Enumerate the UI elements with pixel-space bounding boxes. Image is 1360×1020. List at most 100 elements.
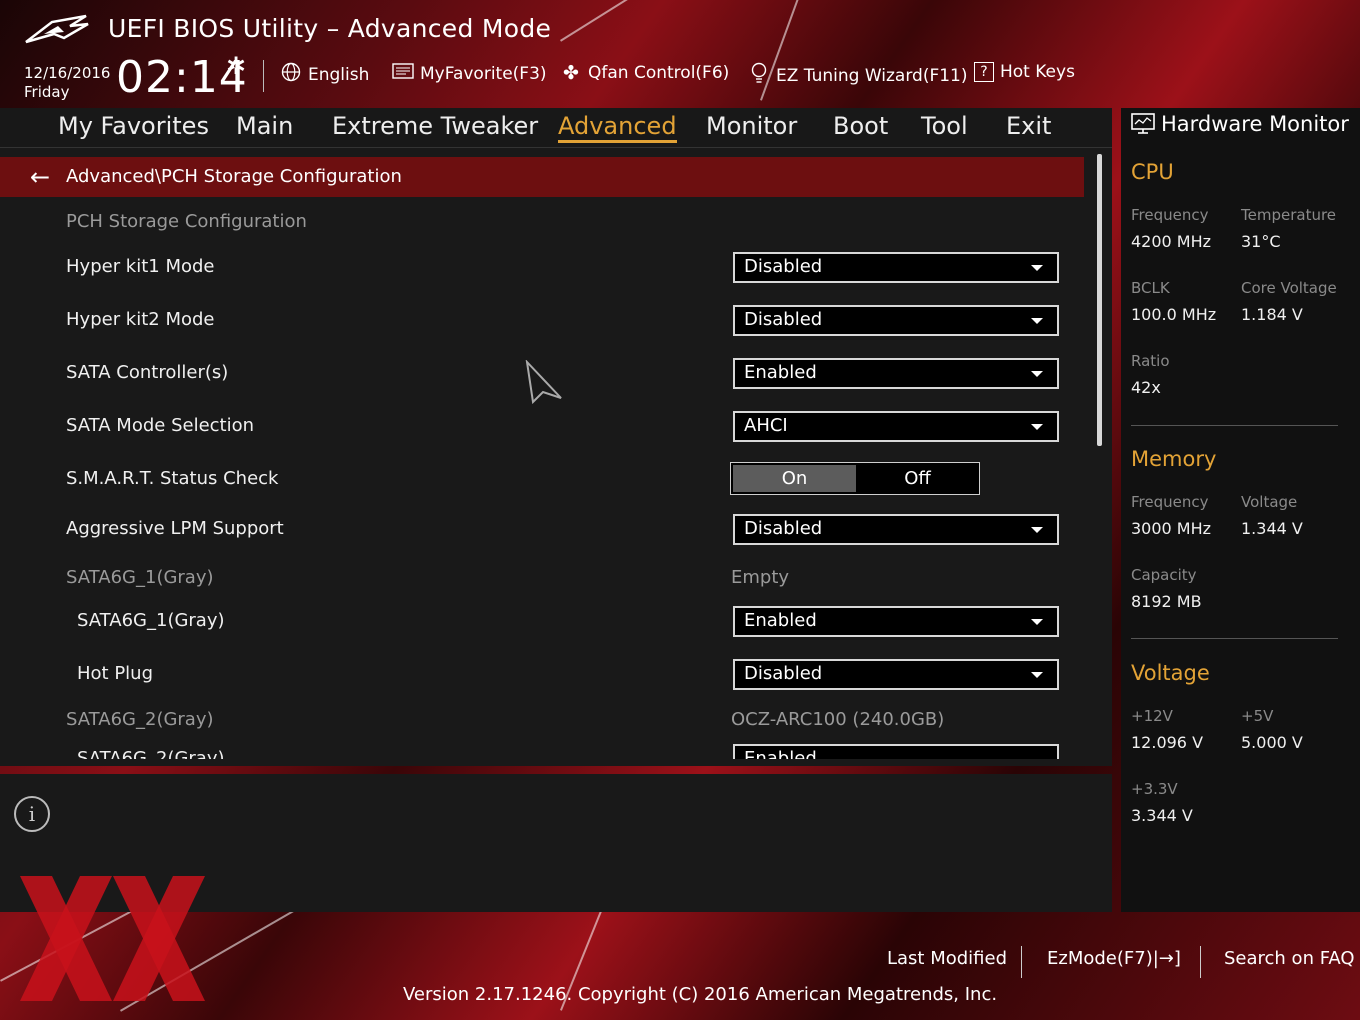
settings-panel: ← Advanced\PCH Storage Configuration PCH… [0, 148, 1112, 766]
dropdown-value: AHCI [744, 415, 788, 436]
setting-row-hot-plug: Hot Plug Disabled [0, 655, 1084, 695]
tab-monitor[interactable]: Monitor [706, 112, 797, 140]
info-icon: i [14, 796, 50, 832]
hot-plug-dropdown[interactable]: Disabled [733, 659, 1059, 690]
section-header-row: PCH Storage Configuration [0, 203, 1084, 243]
sata6g1-dropdown[interactable]: Enabled [733, 606, 1059, 637]
mem-voltage-value: 1.344 V [1241, 519, 1303, 538]
qfan-control-button[interactable]: ✤ Qfan Control(F6) [560, 62, 729, 84]
fan-icon: ✤ [563, 62, 579, 84]
toggle-off-option[interactable]: Off [856, 463, 979, 494]
setting-row-hyper-kit2: Hyper kit2 Mode Disabled [0, 301, 1084, 341]
dropdown-value: Enabled [744, 610, 817, 631]
footer-divider [1021, 946, 1022, 978]
clipped-row-container: SATA6G_2(Gray) Enabled [0, 744, 1084, 759]
ezmode-button[interactable]: EzMode(F7)|→] [1047, 948, 1181, 969]
dropdown-value: Disabled [744, 256, 823, 277]
rog-logo-icon [25, 14, 89, 44]
core-voltage-label: Core Voltage [1241, 279, 1337, 297]
scrollbar[interactable] [1097, 154, 1102, 446]
date-display: 12/16/2016 Friday [24, 64, 110, 102]
cpu-section-title: CPU [1131, 160, 1174, 184]
help-box-icon: ? [974, 62, 994, 82]
hot-keys-button[interactable]: ? Hot Keys [974, 62, 1075, 82]
ez-tuning-wizard-button[interactable]: EZ Tuning Wizard(F11) [748, 62, 968, 89]
search-faq-button[interactable]: Search on FAQ [1224, 948, 1355, 969]
setting-label: Hyper kit2 Mode [66, 309, 215, 330]
watermark-logo-icon [20, 876, 205, 1001]
back-arrow-icon[interactable]: ← [30, 163, 50, 191]
v33-label: +3.3V [1131, 780, 1178, 798]
footer-divider [1200, 946, 1201, 978]
gear-icon[interactable]: ✲ [226, 52, 246, 80]
monitor-icon [1131, 113, 1155, 134]
mem-voltage-label: Voltage [1241, 493, 1298, 511]
hot-keys-label: Hot Keys [1000, 62, 1075, 82]
tab-exit[interactable]: Exit [1006, 112, 1051, 140]
last-modified-button[interactable]: Last Modified [887, 948, 1007, 969]
breadcrumb-path: Advanced\PCH Storage Configuration [66, 166, 402, 187]
tab-main[interactable]: Main [236, 112, 293, 140]
port-label: SATA6G_1(Gray) [66, 567, 214, 588]
capacity-value: 8192 MB [1131, 592, 1202, 611]
setting-label: Hot Plug [77, 663, 154, 684]
chevron-down-icon [1031, 265, 1043, 271]
section-divider [1131, 425, 1338, 426]
language-label: English [308, 64, 370, 85]
tab-tool[interactable]: Tool [921, 112, 968, 140]
bclk-label: BCLK [1131, 279, 1170, 297]
setting-label: Aggressive LPM Support [66, 518, 284, 539]
setting-row-sata6g1: SATA6G_1(Gray) Enabled [0, 602, 1084, 642]
port-label: SATA6G_2(Gray) [66, 709, 214, 730]
voltage-section-title: Voltage [1131, 661, 1210, 685]
memory-section-title: Memory [1131, 447, 1217, 471]
tab-advanced[interactable]: Advanced [558, 112, 677, 143]
dropdown-value: Disabled [744, 518, 823, 539]
dropdown-value: Enabled [744, 748, 817, 759]
hyper-kit1-dropdown[interactable]: Disabled [733, 252, 1059, 283]
chevron-down-icon [1031, 527, 1043, 533]
sata-controllers-dropdown[interactable]: Enabled [733, 358, 1059, 389]
setting-row-sata-mode: SATA Mode Selection AHCI [0, 407, 1084, 447]
setting-label: SATA Controller(s) [66, 362, 229, 383]
header-divider [263, 60, 264, 92]
sata-mode-dropdown[interactable]: AHCI [733, 411, 1059, 442]
chevron-down-icon [1031, 619, 1043, 625]
breadcrumb: ← Advanced\PCH Storage Configuration [0, 157, 1084, 197]
setting-row-hyper-kit1: Hyper kit1 Mode Disabled [0, 248, 1084, 288]
ratio-label: Ratio [1131, 352, 1170, 370]
v5-value: 5.000 V [1241, 733, 1303, 752]
header-bar: UEFI BIOS Utility – Advanced Mode 12/16/… [0, 0, 1360, 108]
capacity-label: Capacity [1131, 566, 1197, 584]
setting-label: SATA6G_1(Gray) [77, 610, 225, 631]
hw-title-text: Hardware Monitor [1161, 112, 1349, 136]
bclk-value: 100.0 MHz [1131, 305, 1217, 324]
hardware-monitor-panel: Hardware Monitor CPU Frequency Temperatu… [1121, 108, 1360, 912]
tab-my-favorites[interactable]: My Favorites [58, 112, 209, 140]
chevron-down-icon [1031, 672, 1043, 678]
ez-tuning-label: EZ Tuning Wizard(F11) [776, 65, 968, 86]
language-button[interactable]: English [280, 62, 369, 87]
dropdown-value: Disabled [744, 309, 823, 330]
toggle-on-option[interactable]: On [733, 465, 856, 492]
mouse-cursor-icon [525, 360, 562, 404]
hyper-kit2-dropdown[interactable]: Disabled [733, 305, 1059, 336]
tab-boot[interactable]: Boot [833, 112, 888, 140]
setting-label: Hyper kit1 Mode [66, 256, 215, 277]
setting-label: S.M.A.R.T. Status Check [66, 468, 279, 489]
v33-value: 3.344 V [1131, 806, 1193, 825]
day-text: Friday [24, 83, 70, 101]
aggressive-lpm-dropdown[interactable]: Disabled [733, 514, 1059, 545]
v12-value: 12.096 V [1131, 733, 1204, 752]
setting-label: SATA6G_2(Gray) [77, 748, 225, 759]
sata6g2-dropdown[interactable]: Enabled [733, 744, 1059, 759]
myfavorite-button[interactable]: MyFavorite(F3) [392, 62, 547, 85]
setting-row-lpm: Aggressive LPM Support Disabled [0, 510, 1084, 550]
cpu-temperature-value: 31°C [1241, 232, 1281, 251]
app-title: UEFI BIOS Utility – Advanced Mode [108, 14, 552, 43]
info-row-sata6g1: SATA6G_1(Gray) Empty [0, 559, 1084, 599]
version-text: Version 2.17.1246. Copyright (C) 2016 Am… [403, 984, 998, 1005]
tab-extreme-tweaker[interactable]: Extreme Tweaker [332, 112, 538, 140]
smart-status-toggle[interactable]: On Off [730, 462, 980, 495]
v5-label: +5V [1241, 707, 1274, 725]
